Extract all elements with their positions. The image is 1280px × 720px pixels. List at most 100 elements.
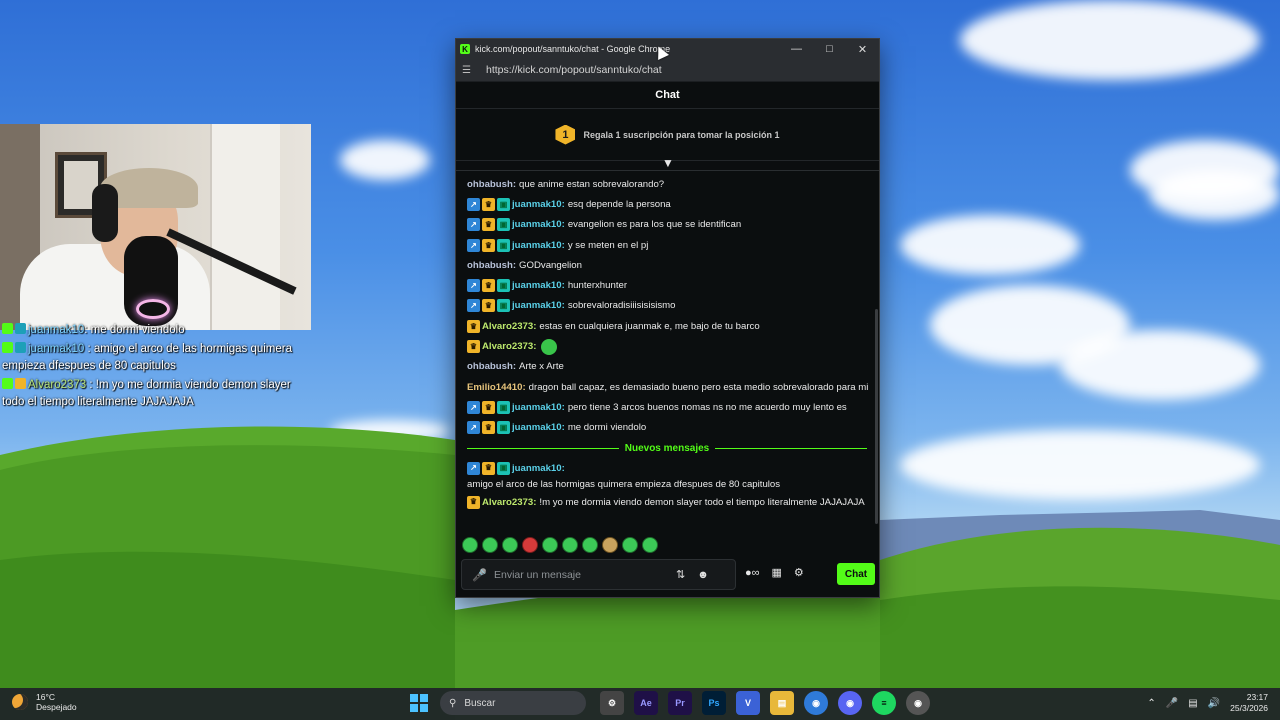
chat-scrollbar[interactable] [875,309,878,524]
subscription-goal-banner[interactable]: 1 Regala 1 suscripción para tomar la pos… [456,109,879,161]
send-chat-button[interactable]: Chat [837,563,875,585]
chat-message-text: pero tiene 3 arcos buenos nomas ns no me… [567,401,847,413]
crown-badge-icon[interactable]: ♛ [482,238,495,252]
sub-badge-icon[interactable]: ▣ [497,197,510,211]
arrow-badge-icon[interactable]: ↗ [467,197,480,211]
taskbar-search[interactable]: ⚲ Buscar [440,691,586,715]
chat-username[interactable]: Emilio14410 [467,382,522,393]
url-text: https://kick.com/popout/sanntuko/chat [486,64,662,76]
username-separator: : [533,496,537,508]
start-button[interactable] [410,694,428,712]
crown-badge-icon[interactable]: ♛ [482,279,495,293]
pinned-strip[interactable]: ▼ [456,157,879,171]
sub-badge-icon[interactable]: ▣ [497,238,510,252]
chat-username[interactable]: juanmak10 [512,199,562,210]
emote-icon[interactable] [562,537,578,553]
chat-username[interactable]: juanmak10 [512,300,562,311]
emote-icon[interactable] [482,537,498,553]
gift-icon[interactable]: ▦ [772,566,782,579]
chat-username[interactable]: juanmak10 [512,422,562,433]
crown-badge-icon[interactable]: ♛ [467,319,480,333]
emote-icon[interactable] [462,537,478,553]
microphone-icon[interactable]: 🎤 [472,568,487,582]
emote-icon[interactable] [541,338,558,355]
arrow-badge-icon[interactable]: ↗ [467,218,480,232]
taskbar-app-v-icon[interactable]: V [736,691,760,715]
emote-icon[interactable] [602,537,618,553]
network-icon[interactable]: ▤ [1188,698,1197,709]
crown-badge-icon[interactable]: ♛ [482,218,495,232]
taskbar-app-premiere-icon[interactable]: Pr [668,691,692,715]
tray-chevron-icon[interactable]: ⌃ [1147,698,1155,709]
sub-badge-icon[interactable]: ▣ [497,279,510,293]
chat-username[interactable]: Alvaro2373 [482,321,533,332]
address-bar[interactable]: ☰ https://kick.com/popout/sanntuko/chat [456,59,879,82]
chat-username[interactable]: ohbabush [467,179,513,190]
sub-badge-icon[interactable]: ▣ [497,400,510,414]
taskbar-app-file-explorer-icon[interactable]: ▤ [770,691,794,715]
taskbar-app-photoshop-icon[interactable]: Ps [702,691,726,715]
window-titlebar[interactable]: K kick.com/popout/sanntuko/chat - Google… [456,39,879,59]
chat-username[interactable]: Alvaro2373 [482,496,533,510]
chat-username[interactable]: juanmak10 [512,219,562,230]
emoji-picker-icon[interactable]: ☻ [697,569,709,581]
chat-message-text: evangelion es para los que se identifica… [567,219,742,231]
close-button[interactable]: ✕ [846,39,879,59]
arrow-badge-icon[interactable]: ↗ [467,461,480,475]
crown-badge-icon[interactable]: ♛ [482,461,495,475]
sub-badge-icon[interactable]: ▣ [497,461,510,475]
chat-username[interactable]: juanmak10 [512,462,562,476]
chat-tools: ●∞ ▦ ⚙ [745,566,804,580]
crown-badge-icon[interactable]: ♛ [467,495,480,509]
subscription-goal-text: Regala 1 suscripción para tomar la posic… [583,129,780,140]
chat-username[interactable]: juanmak10 [512,280,562,291]
emote-icon[interactable] [642,537,658,553]
arrow-badge-icon[interactable]: ↗ [467,421,480,435]
taskbar-app-spotify-icon[interactable]: ≡ [872,691,896,715]
taskbar-app-after-effects-icon[interactable]: Ae [634,691,658,715]
sub-badge-icon[interactable]: ▣ [497,299,510,313]
emote-icon[interactable] [622,537,638,553]
taskbar-app-steam-icon[interactable]: ⚙ [600,691,624,715]
maximize-button[interactable]: □ [813,39,846,59]
chat-username[interactable]: Alvaro2373 [482,341,533,352]
emote-icon[interactable] [522,537,538,553]
sub-badge-icon[interactable]: ▣ [497,218,510,232]
volume-icon[interactable]: 🔊 [1208,698,1220,709]
chat-message: ♛ Alvaro2373: estas en cualquiera juanmak … [467,316,874,336]
taskbar-app-discord-icon[interactable]: ◉ [838,691,862,715]
crown-badge-icon[interactable]: ♛ [482,197,495,211]
settings-gear-icon[interactable]: ⚙ [794,566,804,579]
chat-username[interactable]: juanmak10 [512,402,562,413]
emote-icon[interactable] [542,537,558,553]
weather-description: Despejado [36,702,77,712]
crown-badge-icon[interactable]: ♛ [482,400,495,414]
translate-icon[interactable]: ⇅ [676,568,685,581]
expand-pinned-icon[interactable]: ▼ [662,157,674,169]
arrow-badge-icon[interactable]: ↗ [467,279,480,293]
chat-username[interactable]: ohbabush [467,260,513,271]
arrow-badge-icon[interactable]: ↗ [467,238,480,252]
arrow-badge-icon[interactable]: ↗ [467,299,480,313]
message-input[interactable] [494,568,664,581]
taskbar-app-chrome-icon[interactable]: ◉ [804,691,828,715]
sub-badge-icon[interactable]: ▣ [497,421,510,435]
users-icon[interactable]: ●∞ [745,567,760,579]
username-separator: : [561,239,565,251]
emote-icon[interactable] [582,537,598,553]
site-settings-icon[interactable]: ☰ [462,65,476,76]
taskbar-clock[interactable]: 23:17 25/3/2026 [1230,692,1268,714]
weather-widget[interactable]: 16°C Despejado [12,692,77,712]
chat-message: ohbabush: Arte x Arte [467,357,874,377]
chat-username[interactable]: juanmak10 [512,240,562,251]
emote-icon[interactable] [502,537,518,553]
taskbar-app-chrome-active-icon[interactable]: ◉ [906,691,930,715]
minimize-button[interactable]: — [780,39,813,59]
crown-badge-icon[interactable]: ♛ [482,299,495,313]
crown-badge-icon[interactable]: ♛ [467,340,480,354]
arrow-badge-icon[interactable]: ↗ [467,400,480,414]
tray-mic-icon[interactable]: 🎤 [1166,698,1178,709]
username-separator: : [522,381,526,393]
chat-username[interactable]: ohbabush [467,361,513,372]
crown-badge-icon[interactable]: ♛ [482,421,495,435]
